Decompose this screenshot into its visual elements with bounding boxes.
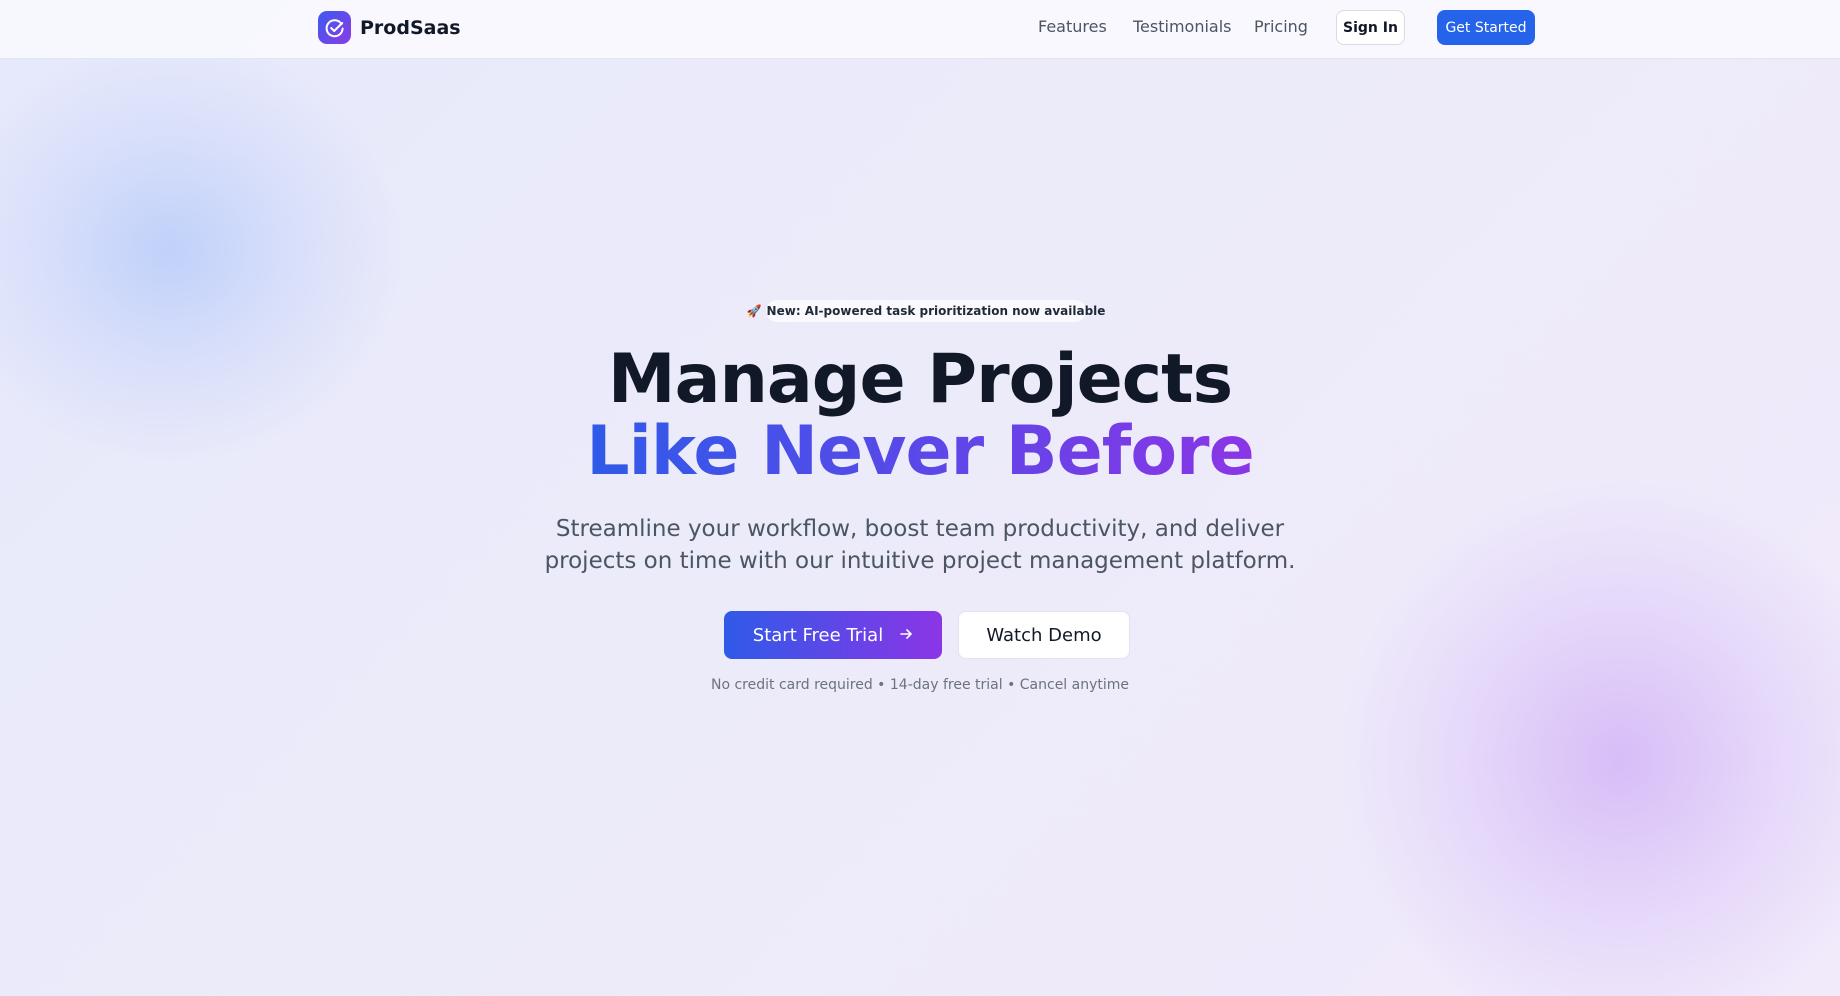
brand-link[interactable]: ProdSaas — [318, 11, 461, 44]
get-started-button[interactable]: Get Started — [1437, 10, 1535, 45]
start-free-trial-label: Start Free Trial — [752, 624, 884, 646]
brand-name: ProdSaas — [360, 16, 461, 39]
hero-subtitle: Streamline your workflow, boost team pro… — [520, 513, 1320, 577]
start-free-trial-button[interactable]: Start Free Trial — [724, 611, 942, 659]
nav-link-features[interactable]: Features — [1038, 17, 1107, 36]
watch-demo-button[interactable]: Watch Demo — [958, 611, 1130, 659]
rocket-icon: 🚀 — [746, 304, 762, 318]
background-blob-purple — [1340, 480, 1840, 996]
hero-subtitle-line-1: Streamline your workflow, boost team pro… — [555, 516, 1285, 542]
hero-title-line-2: Like Never Before — [420, 410, 1420, 494]
hero-subtitle-line-2: projects on time with our intuitive proj… — [544, 548, 1296, 574]
sign-in-button[interactable]: Sign In — [1336, 10, 1405, 45]
trial-fine-print: No credit card required • 14-day free tr… — [710, 677, 1130, 693]
nav-link-testimonials[interactable]: Testimonials — [1133, 17, 1232, 36]
arrow-right-icon — [899, 626, 913, 645]
background-blob-blue — [0, 40, 400, 460]
logo-check-icon — [318, 11, 351, 44]
top-navbar: ProdSaas Features Testimonials Pricing S… — [0, 0, 1840, 59]
announcement-badge: 🚀 New: AI-powered task prioritization no… — [747, 300, 1105, 322]
nav-link-pricing[interactable]: Pricing — [1254, 17, 1308, 36]
announcement-text: New: AI-powered task prioritization now … — [766, 304, 1106, 318]
hero-title-gradient-text: Like Never Before — [586, 412, 1254, 491]
